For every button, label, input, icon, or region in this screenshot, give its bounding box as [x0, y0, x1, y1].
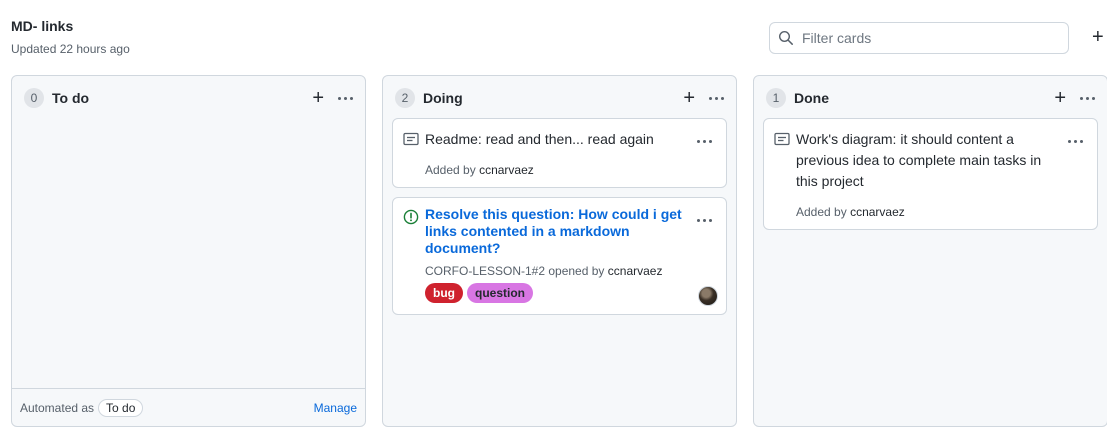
column-title: Doing	[423, 90, 463, 106]
search-icon	[778, 30, 793, 45]
column-title: Done	[794, 90, 829, 106]
updated-timestamp: Updated 22 hours ago	[11, 42, 130, 56]
card-menu-kebab-icon[interactable]	[697, 133, 712, 149]
column-doing: 2 Doing + Readme: read and then... read …	[382, 75, 737, 427]
author-name: ccnarvaez	[607, 264, 663, 278]
column-header: 2 Doing +	[395, 88, 724, 108]
column-menu-kebab-icon[interactable]	[338, 90, 353, 106]
manage-automation-link[interactable]: Manage	[314, 401, 357, 415]
issue-meta-text: CORFO-LESSON-1#2 opened by ccnarvaez	[425, 264, 663, 278]
note-text: Work's diagram: it should content a prev…	[796, 131, 1042, 189]
issue-title-link[interactable]: Resolve this question: How could i get l…	[425, 206, 686, 257]
card-menu-kebab-icon[interactable]	[1068, 133, 1083, 149]
assignee-avatar[interactable]	[698, 286, 718, 306]
issue-card[interactable]: Resolve this question: How could i get l…	[392, 197, 727, 315]
added-by-text: Added by ccnarvaez	[796, 205, 905, 219]
issue-labels: bug question	[425, 283, 533, 303]
label-question[interactable]: question	[467, 283, 533, 303]
automation-badge: To do	[98, 398, 144, 417]
project-title: MD- links	[11, 18, 74, 34]
card-menu-kebab-icon[interactable]	[697, 212, 712, 228]
card-count-badge: 0	[24, 88, 44, 108]
add-card-plus-icon[interactable]: +	[312, 88, 324, 108]
note-card[interactable]: Work's diagram: it should content a prev…	[763, 118, 1098, 230]
column-header: 0 To do +	[24, 88, 353, 108]
add-column-button[interactable]: +	[1092, 27, 1107, 47]
author-name: ccnarvaez	[850, 205, 905, 219]
added-by-text: Added by ccnarvaez	[425, 163, 534, 177]
project-header: MD- links Updated 22 hours ago	[11, 18, 130, 56]
column-title: To do	[52, 90, 90, 106]
card-count-badge: 1	[766, 88, 786, 108]
column-header: 1 Done +	[766, 88, 1095, 108]
note-icon	[774, 132, 790, 146]
add-card-plus-icon[interactable]: +	[1054, 88, 1066, 108]
column-automation-footer: Automated as To do Manage	[12, 388, 365, 426]
column-todo: 0 To do + Automated as To do Manage	[11, 75, 366, 427]
column-menu-kebab-icon[interactable]	[1080, 90, 1095, 106]
note-text: Readme: read and then... read again	[425, 131, 654, 147]
note-icon	[403, 132, 419, 146]
column-menu-kebab-icon[interactable]	[709, 90, 724, 106]
automated-as-label: Automated as	[20, 400, 95, 415]
label-bug[interactable]: bug	[425, 283, 463, 303]
column-done: 1 Done + Work's diagram: it should conte…	[753, 75, 1107, 427]
card-count-badge: 2	[395, 88, 415, 108]
add-card-plus-icon[interactable]: +	[683, 88, 695, 108]
note-card[interactable]: Readme: read and then... read again Adde…	[392, 118, 727, 188]
filter-cards-field[interactable]	[769, 22, 1069, 54]
issue-open-icon	[403, 209, 419, 225]
filter-cards-input[interactable]	[802, 30, 1052, 46]
author-name: ccnarvaez	[479, 163, 534, 177]
